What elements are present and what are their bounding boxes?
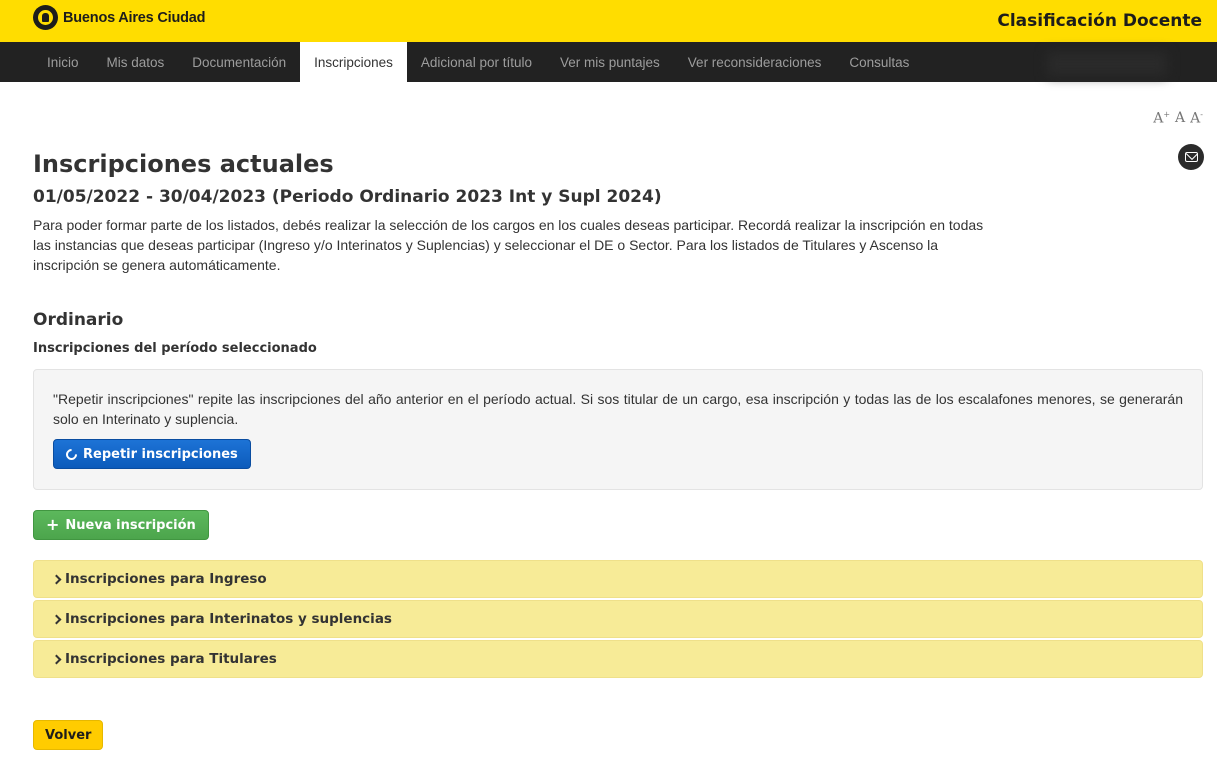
nav-item-inscripciones[interactable]: Inscripciones [300,42,407,82]
panel-label: Inscripciones para Interinatos y suplenc… [65,611,392,627]
nav-item-ver-reconsideraciones[interactable]: Ver reconsideraciones [674,42,836,82]
nav-item-mis-datos[interactable]: Mis datos [93,42,179,82]
refresh-icon [63,446,80,462]
chevron-right-icon [51,614,62,624]
inscription-panels: Inscripciones para Ingreso Inscripciones… [33,560,1203,678]
repeat-inscriptions-button[interactable]: Repetir inscripciones [53,439,251,469]
nav-item-consultas[interactable]: Consultas [835,42,923,82]
panel-label: Inscripciones para Titulares [65,651,277,667]
top-header: Buenos Aires Ciudad Clasificación Docent… [0,0,1217,42]
font-normal-button[interactable]: A [1175,110,1185,127]
intro-text: Para poder formar parte de los listados,… [33,217,984,273]
chevron-right-icon [51,654,62,664]
panel-label: Inscripciones para Ingreso [65,571,267,587]
section-title: Ordinario [33,310,124,330]
chevron-right-icon [51,574,62,584]
brand-logo[interactable]: Buenos Aires Ciudad [33,3,206,32]
app-title: Clasificación Docente [997,11,1202,31]
nav-item-adicional-por-titulo[interactable]: Adicional por título [407,42,546,82]
page-title: Inscripciones actuales [33,150,334,178]
repeat-info-box: "Repetir inscripciones" repite las inscr… [33,369,1203,490]
back-button[interactable]: Volver [33,720,104,750]
panel-titulares[interactable]: Inscripciones para Titulares [33,640,1203,678]
plus-icon: + [46,515,60,534]
main-content: Inscripciones actuales 01/05/2022 - 30/0… [33,148,1203,680]
nav-item-ver-mis-puntajes[interactable]: Ver mis puntajes [546,42,674,82]
period-subtitle: 01/05/2022 - 30/04/2023 (Periodo Ordinar… [33,187,662,207]
panel-interinatos-suplencias[interactable]: Inscripciones para Interinatos y suplenc… [33,600,1203,638]
font-decrease-button[interactable]: A- [1190,110,1203,127]
city-seal-icon [33,5,58,30]
repeat-inscriptions-label: Repetir inscripciones [83,446,238,462]
new-inscription-button[interactable]: + Nueva inscripción [33,510,209,540]
subsection-title: Inscripciones del período seleccionado [33,341,317,356]
repeat-info-text: "Repetir inscripciones" repite las inscr… [53,391,1183,427]
nav-item-inicio[interactable]: Inicio [33,42,93,82]
new-inscription-label: Nueva inscripción [65,517,196,533]
main-nav: Inicio Mis datos Documentación Inscripci… [0,42,1217,82]
font-increase-button[interactable]: A+ [1153,110,1170,127]
panel-ingreso[interactable]: Inscripciones para Ingreso [33,560,1203,598]
brand-name: Buenos Aires Ciudad [63,9,206,26]
font-size-controls: A+ A A- [1153,110,1203,127]
nav-item-documentacion[interactable]: Documentación [178,42,300,82]
